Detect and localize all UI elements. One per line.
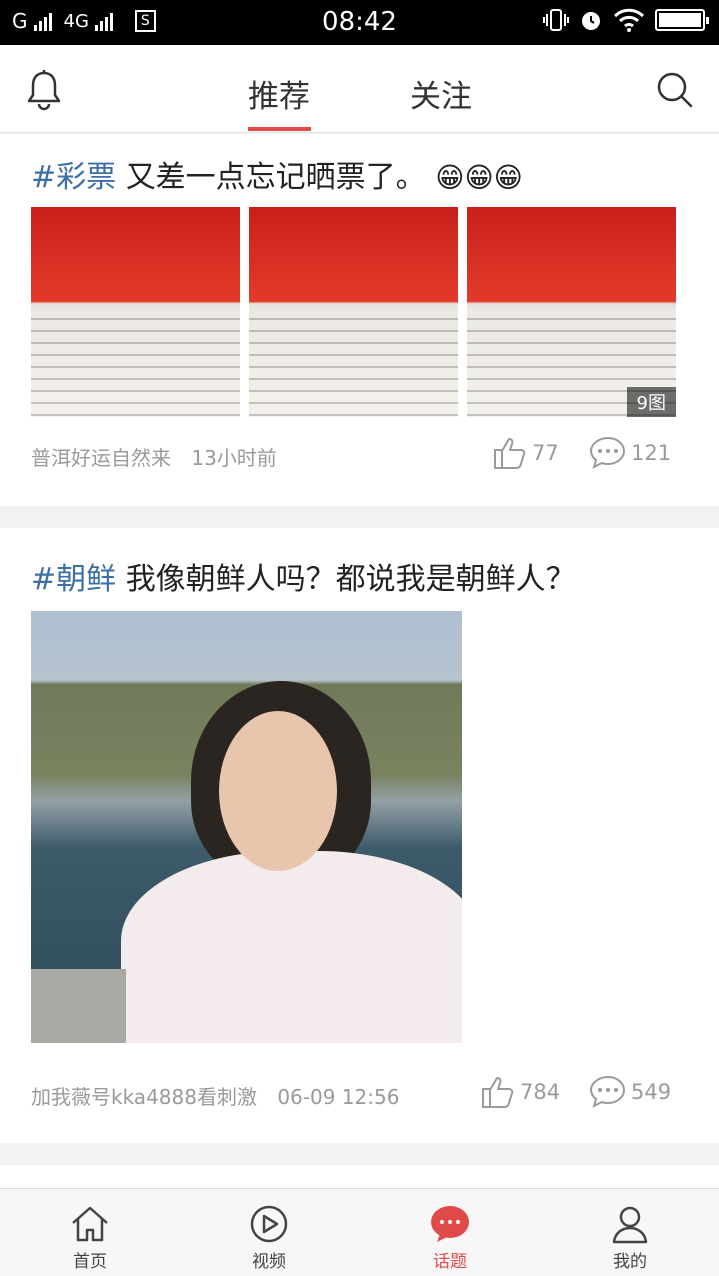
wifi-icon [613, 8, 645, 32]
post-text: 我像朝鲜人吗？都说我是朝鲜人？ [125, 562, 576, 597]
post-image[interactable] [249, 207, 458, 417]
vibrate-icon [543, 9, 569, 31]
post-meta: 普洱好运自然来 13小时前 [31, 442, 277, 471]
post-title: #朝鲜 我像朝鲜人吗？都说我是朝鲜人？ [31, 554, 576, 598]
battery-level [659, 13, 701, 27]
bell-icon[interactable] [25, 69, 63, 111]
emoji-3: 😁 [493, 161, 523, 194]
search-icon[interactable] [656, 71, 694, 109]
tab-follow[interactable]: 关注 [410, 71, 472, 116]
comment-button[interactable]: 549 [589, 1074, 671, 1110]
thumbs-up-icon [494, 438, 526, 469]
author-name[interactable]: 普洱好运自然来 [31, 446, 171, 470]
post-title: #彩票 又差一点忘记晒票了。 😁😁😁 [31, 152, 523, 196]
post-card[interactable]: #彩票 又差一点忘记晒票了。 😁😁😁 9图 普洱好运自然来 13小时前 77 1… [0, 134, 719, 506]
image-count-badge: 9图 [626, 387, 676, 417]
like-button[interactable]: 77 [492, 435, 559, 471]
nav-video[interactable]: 视频 [209, 1189, 329, 1276]
comment-count: 121 [631, 441, 672, 465]
nav-label: 视频 [252, 1252, 286, 1272]
like-count: 77 [532, 441, 559, 465]
thumbs-up-icon [482, 1077, 514, 1108]
top-header: 推荐 关注 [0, 45, 719, 133]
post-image[interactable] [31, 611, 462, 1043]
battery-icon [655, 9, 709, 31]
post-text: 又差一点忘记晒票了。 [125, 160, 426, 195]
post-time: 13小时前 [191, 446, 277, 470]
user-icon [612, 1206, 648, 1244]
play-icon [250, 1205, 288, 1243]
comment-icon [589, 436, 626, 469]
comment-icon [589, 1075, 626, 1108]
nav-label: 首页 [73, 1252, 107, 1272]
status-bar: G 4G S 08:42 [0, 0, 719, 45]
post-meta: 加我薇号kka4888看刺激 06-09 12:56 [31, 1081, 399, 1110]
nav-label: 我的 [613, 1252, 647, 1272]
comment-button[interactable]: 121 [589, 435, 671, 471]
topic-tag[interactable]: #彩票 [31, 160, 116, 195]
active-tab-indicator [248, 127, 311, 131]
like-button[interactable]: 784 [480, 1074, 560, 1110]
topic-tag[interactable]: #朝鲜 [31, 562, 116, 597]
emoji-2: 😁 [464, 161, 494, 194]
emoji-1: 😁 [435, 161, 465, 194]
tab-recommend[interactable]: 推荐 [248, 71, 310, 116]
alarm-icon [582, 12, 600, 30]
like-count: 784 [520, 1080, 561, 1104]
nav-label: 话题 [433, 1252, 467, 1272]
author-name[interactable]: 加我薇号kka4888看刺激 [31, 1085, 257, 1109]
nav-home[interactable]: 首页 [30, 1189, 150, 1276]
post-card-partial [0, 1165, 719, 1189]
comment-count: 549 [631, 1080, 672, 1104]
chat-bubble-icon [431, 1206, 469, 1242]
post-card[interactable]: #朝鲜 我像朝鲜人吗？都说我是朝鲜人？ 加我薇号kka4888看刺激 06-09… [0, 528, 719, 1143]
post-image[interactable] [31, 207, 240, 417]
bottom-nav: 首页 视频 话题 我的 [0, 1188, 719, 1276]
home-icon [72, 1206, 108, 1242]
post-time: 06-09 12:56 [277, 1085, 400, 1109]
nav-topics[interactable]: 话题 [390, 1189, 510, 1276]
nav-profile[interactable]: 我的 [570, 1189, 690, 1276]
post-image[interactable]: 9图 [467, 207, 676, 417]
status-right [543, 8, 709, 32]
